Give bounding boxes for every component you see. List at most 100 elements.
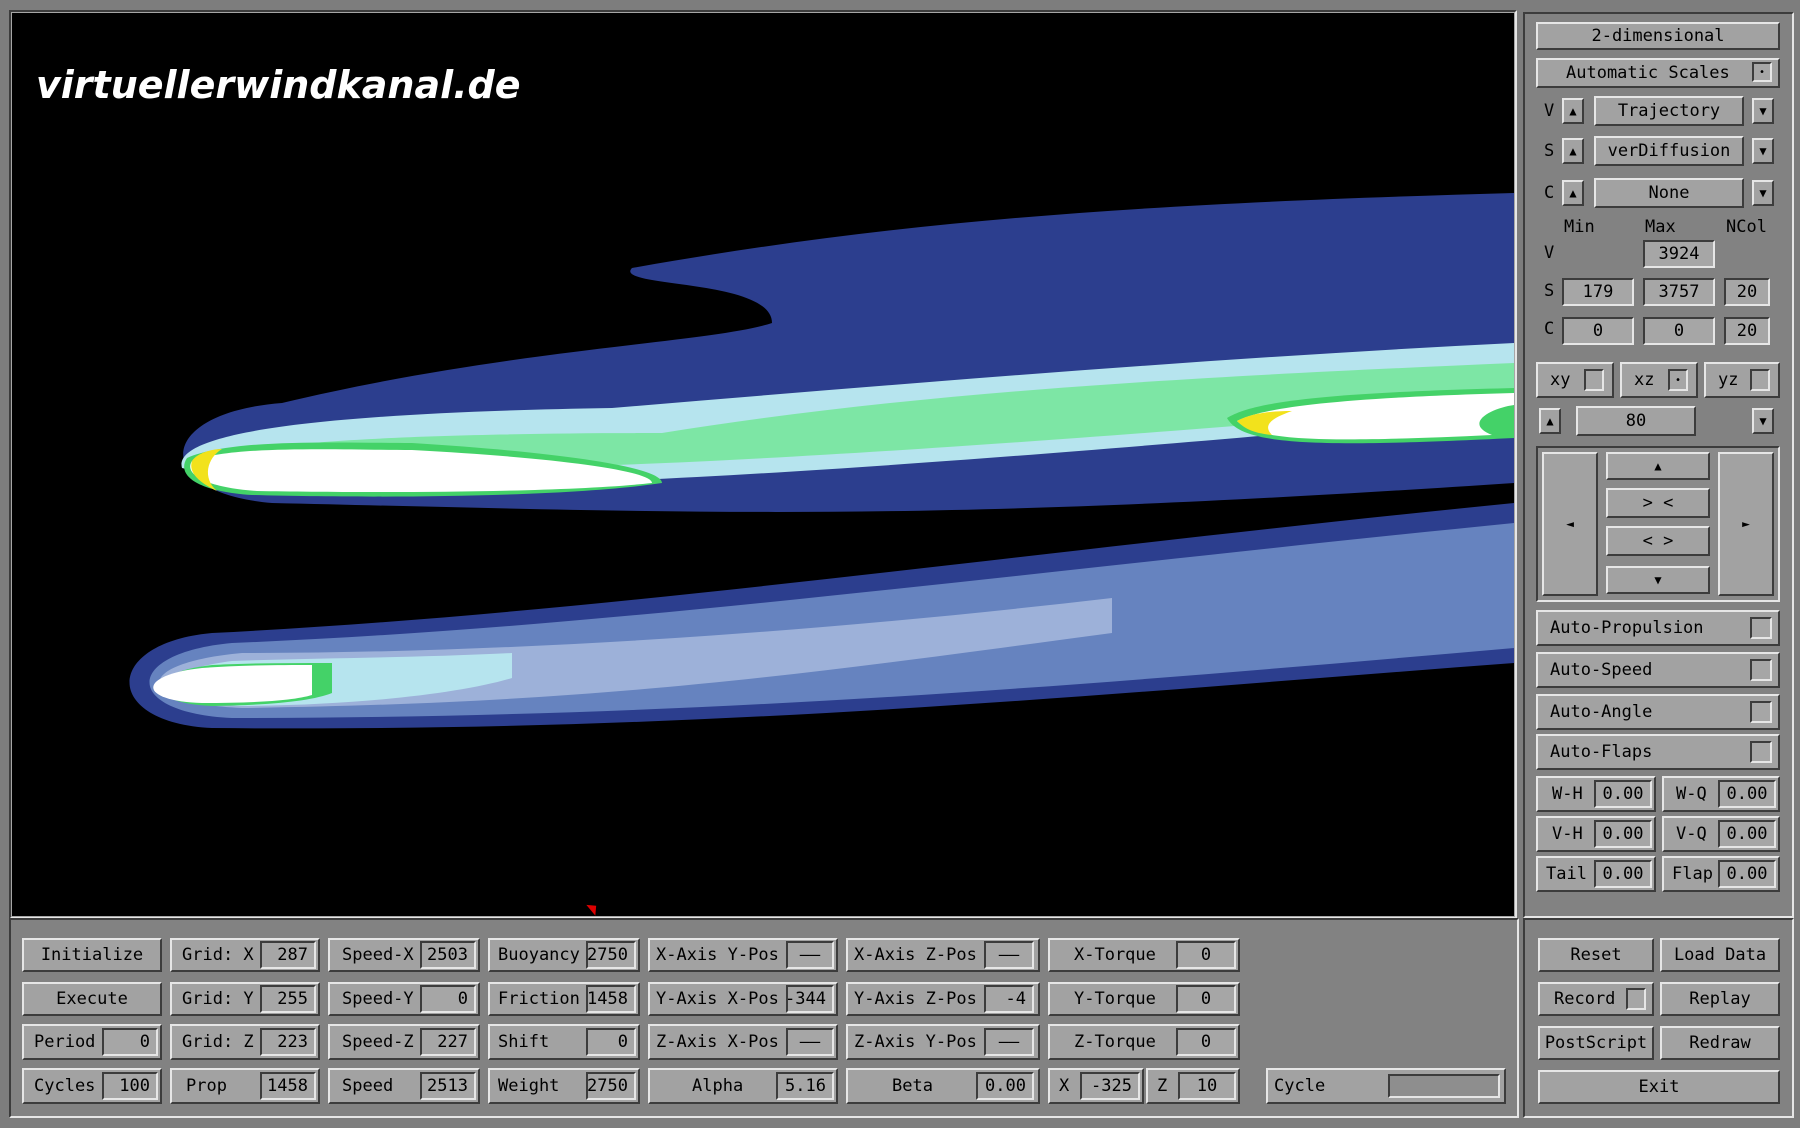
s-dropdown-icon[interactable]: ▼	[1752, 138, 1774, 164]
shift-input[interactable]: 0	[586, 1028, 636, 1056]
beta-input[interactable]: 0.00	[976, 1072, 1034, 1100]
alpha-input[interactable]: 5.16	[776, 1072, 834, 1100]
pan-down-button[interactable]: ▼	[1606, 566, 1710, 594]
record-checkbox[interactable]	[1626, 988, 1646, 1010]
weight-input[interactable]: 2750	[586, 1072, 636, 1100]
y-torque-label: Y-Torque	[1074, 989, 1156, 1009]
y-axis-x-pos-input[interactable]: -344	[785, 985, 834, 1013]
wq-input[interactable]: 0.00	[1718, 780, 1776, 808]
plane-xy-checkbox[interactable]	[1584, 369, 1604, 391]
auto-angle-checkbox[interactable]	[1750, 701, 1772, 723]
mode-2d-button[interactable]: 2-dimensional	[1536, 22, 1780, 50]
period-input[interactable]: 0	[102, 1028, 158, 1056]
s-prev-arrow-icon[interactable]: ▲	[1562, 138, 1584, 164]
auto-speed-checkbox[interactable]	[1750, 659, 1772, 681]
shift-label: Shift	[498, 1032, 550, 1052]
y-axis-z-pos-input[interactable]: -4	[984, 985, 1034, 1013]
replay-button[interactable]: Replay	[1660, 982, 1780, 1016]
s-max-input[interactable]: 3757	[1643, 278, 1715, 306]
s-ncol-input[interactable]: 20	[1724, 278, 1770, 306]
tail-input[interactable]: 0.00	[1594, 860, 1652, 888]
auto-flaps-toggle[interactable]: Auto-Flaps	[1536, 734, 1780, 770]
vh-input[interactable]: 0.00	[1594, 820, 1652, 848]
c-selector-label: C	[1544, 183, 1555, 203]
execute-button[interactable]: Execute	[22, 982, 162, 1016]
x-torque-label: X-Torque	[1074, 945, 1156, 965]
slice-position-select[interactable]: 80	[1576, 406, 1696, 436]
automatic-scales-toggle[interactable]: Automatic Scales	[1536, 58, 1780, 88]
friction-input[interactable]: 1458	[586, 985, 636, 1013]
v-dropdown-icon[interactable]: ▼	[1752, 98, 1774, 124]
speed-z-input[interactable]: 227	[420, 1028, 476, 1056]
s-min-input[interactable]: 179	[1562, 278, 1634, 306]
grid-z-input[interactable]: 223	[260, 1028, 316, 1056]
z-torque-input[interactable]: 0	[1176, 1028, 1236, 1056]
s-variable-select[interactable]: verDiffusion	[1594, 136, 1744, 166]
c-ncol-input[interactable]: 20	[1724, 317, 1770, 345]
grid-x-input[interactable]: 287	[260, 941, 316, 969]
v-prev-arrow-icon[interactable]: ▲	[1562, 98, 1584, 124]
min-header: Min	[1564, 217, 1595, 237]
z-axis-x-pos-input[interactable]: ——	[786, 1028, 834, 1056]
x-torque-input[interactable]: 0	[1176, 941, 1236, 969]
pan-up-button[interactable]: ▲	[1606, 452, 1710, 480]
cycles-label: Cycles	[34, 1076, 96, 1096]
slice-dropdown-icon[interactable]: ▼	[1752, 408, 1774, 434]
flow-visualization-canvas[interactable]: virtuellerwindkanal.de	[12, 13, 1514, 916]
exit-button[interactable]: Exit	[1538, 1070, 1780, 1104]
x-axis-y-pos-input[interactable]: ——	[786, 941, 834, 969]
z-axis-y-pos-input[interactable]: ——	[984, 1028, 1034, 1056]
plane-yz-checkbox[interactable]	[1750, 369, 1770, 391]
x-coordinate-label: X	[1059, 1076, 1070, 1096]
max-header: Max	[1645, 217, 1676, 237]
auto-propulsion-toggle[interactable]: Auto-Propulsion	[1536, 610, 1780, 646]
grid-y-label: Grid: Y	[182, 989, 254, 1009]
flap-input[interactable]: 0.00	[1718, 860, 1776, 888]
x-coordinate-input[interactable]: -325	[1080, 1072, 1140, 1100]
reset-button[interactable]: Reset	[1538, 938, 1654, 972]
c-min-input[interactable]: 0	[1562, 317, 1634, 345]
z-axis-y-pos-label: Z-Axis Y-Pos	[854, 1032, 977, 1052]
slice-up-arrow-icon[interactable]: ▲	[1539, 408, 1561, 434]
pan-left-button[interactable]: ◄	[1542, 452, 1598, 596]
x-axis-z-pos-input[interactable]: ——	[984, 941, 1034, 969]
flap-label: Flap	[1672, 864, 1713, 884]
automatic-scales-checkbox[interactable]: •	[1752, 62, 1772, 82]
y-torque-input[interactable]: 0	[1176, 985, 1236, 1013]
wh-input[interactable]: 0.00	[1594, 780, 1652, 808]
z-coordinate-input[interactable]: 10	[1178, 1072, 1236, 1100]
c-max-input[interactable]: 0	[1643, 317, 1715, 345]
z-coordinate-label: Z	[1157, 1076, 1168, 1096]
buoyancy-input[interactable]: 2750	[586, 941, 636, 969]
zoom-out-button[interactable]: < >	[1606, 526, 1710, 556]
alpha-label: Alpha	[692, 1076, 744, 1096]
c-dropdown-icon[interactable]: ▼	[1752, 180, 1774, 206]
auto-angle-toggle[interactable]: Auto-Angle	[1536, 694, 1780, 730]
auto-propulsion-checkbox[interactable]	[1750, 617, 1772, 639]
v-max-input[interactable]: 3924	[1643, 240, 1715, 268]
load-data-button[interactable]: Load Data	[1660, 938, 1780, 972]
v-variable-select[interactable]: Trajectory	[1594, 96, 1744, 126]
auto-flaps-checkbox[interactable]	[1750, 741, 1772, 763]
speed-input[interactable]: 2513	[420, 1072, 476, 1100]
vh-label: V-H	[1552, 824, 1583, 844]
plane-xz-checkbox[interactable]: •	[1668, 369, 1688, 391]
auto-speed-toggle[interactable]: Auto-Speed	[1536, 652, 1780, 688]
watermark-text: virtuellerwindkanal.de	[36, 63, 521, 107]
speed-y-input[interactable]: 0	[420, 985, 476, 1013]
friction-label: Friction	[498, 989, 580, 1009]
c-variable-select[interactable]: None	[1594, 178, 1744, 208]
speed-z-label: Speed-Z	[342, 1032, 414, 1052]
cycles-input[interactable]: 100	[102, 1072, 158, 1100]
initialize-button[interactable]: Initialize	[22, 938, 162, 972]
vq-input[interactable]: 0.00	[1718, 820, 1776, 848]
prop-input[interactable]: 1458	[260, 1072, 316, 1100]
s-range-label: S	[1544, 281, 1555, 301]
grid-y-input[interactable]: 255	[260, 985, 316, 1013]
speed-x-input[interactable]: 2503	[420, 941, 476, 969]
zoom-in-button[interactable]: > <	[1606, 488, 1710, 518]
pan-right-button[interactable]: ►	[1718, 452, 1774, 596]
c-prev-arrow-icon[interactable]: ▲	[1562, 180, 1584, 206]
postscript-button[interactable]: PostScript	[1538, 1026, 1654, 1060]
redraw-button[interactable]: Redraw	[1660, 1026, 1780, 1060]
